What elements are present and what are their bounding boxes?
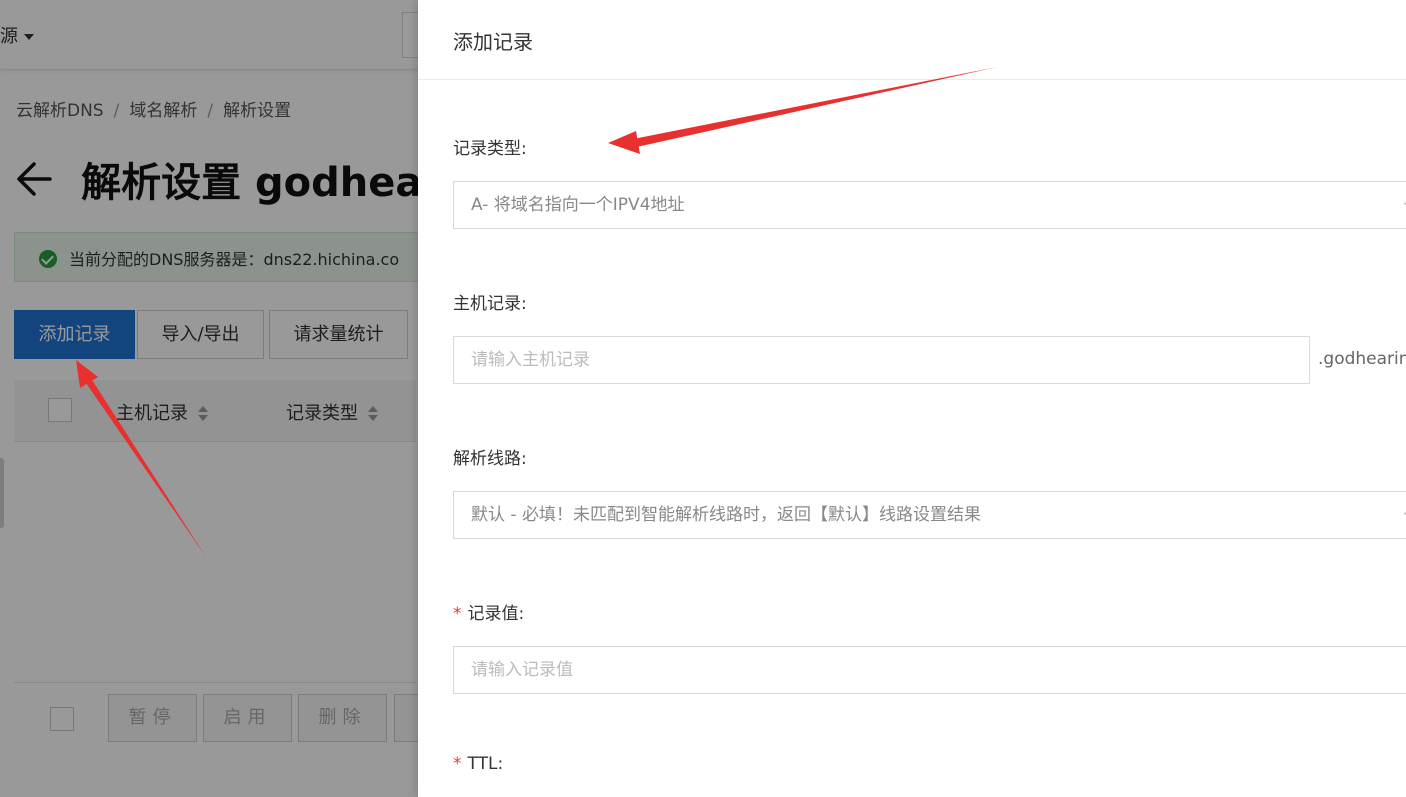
record-type-select[interactable]: A- 将域名指向一个IPV4地址 — [453, 181, 1406, 229]
ttl-label: TTL: — [467, 754, 504, 774]
required-mark: * — [453, 604, 462, 624]
resolve-line-label: 解析线路: — [453, 449, 527, 469]
resolve-line-select[interactable]: 默认 - 必填！未匹配到智能解析线路时，返回【默认】线路设置结果 — [453, 491, 1406, 539]
host-record-label: 主机记录: — [453, 294, 527, 314]
required-mark: * — [453, 754, 462, 774]
modal-overlay[interactable] — [0, 0, 418, 797]
record-type-label: 记录类型: — [453, 139, 527, 159]
add-record-drawer: 添加记录 记录类型: A- 将域名指向一个IPV4地址 主机记录: .godhe… — [418, 0, 1406, 797]
record-type-value: A- 将域名指向一个IPV4地址 — [471, 195, 685, 215]
host-record-input[interactable] — [453, 336, 1310, 384]
record-value-input[interactable] — [453, 646, 1406, 694]
domain-suffix: .godhearing — [1318, 349, 1406, 369]
ttl-label-row: * TTL: — [453, 754, 503, 774]
record-value-label-row: * 记录值: — [453, 599, 524, 624]
resolve-line-value: 默认 - 必填！未匹配到智能解析线路时，返回【默认】线路设置结果 — [471, 505, 981, 525]
record-value-label: 记录值: — [467, 604, 525, 624]
drawer-title: 添加记录 — [453, 30, 533, 54]
drawer-header: 添加记录 — [418, 0, 1406, 80]
